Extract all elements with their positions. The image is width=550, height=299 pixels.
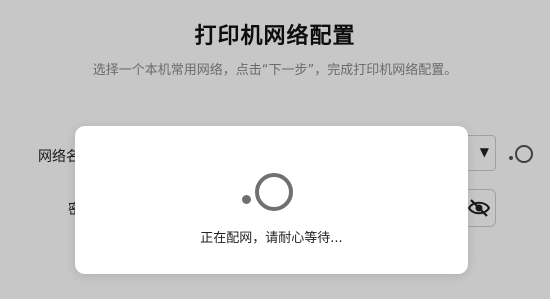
spinner-dot (242, 195, 251, 204)
spinner-ring (255, 173, 293, 211)
loading-message: 正在配网，请耐心等待... (200, 231, 343, 246)
loading-spinner-icon (242, 173, 293, 211)
loading-dialog: 正在配网，请耐心等待... (75, 126, 468, 274)
